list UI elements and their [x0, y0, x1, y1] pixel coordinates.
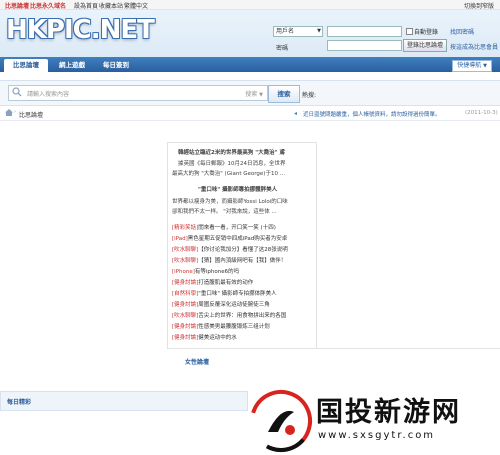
username-select[interactable]: 用戶名 ▼	[273, 26, 323, 37]
news-tag[interactable]: [自然科學]	[172, 291, 198, 297]
top-link-bookmark[interactable]: 收藏本站	[99, 1, 123, 10]
news-tag[interactable]: [健身討論]	[172, 280, 198, 286]
username-input[interactable]	[327, 26, 402, 37]
search-icon	[12, 87, 22, 99]
top-link-traditional[interactable]: 繁體中文	[124, 1, 148, 10]
daily-highlights-title[interactable]: 每日精彩	[7, 397, 31, 406]
search-scope-label: 搜索	[245, 91, 258, 98]
news-tag[interactable]: [健身討論]	[172, 335, 198, 341]
username-select-value: 用戶名	[276, 28, 295, 35]
search-placeholder: 請輸入搜索內容	[27, 91, 70, 98]
tab-daily-checkin[interactable]: 每日簽到	[96, 59, 136, 72]
notice-icon: ◂	[294, 110, 298, 117]
home-icon[interactable]	[5, 109, 13, 118]
daily-highlights-section: 每日精彩	[0, 391, 248, 411]
auto-login-checkbox[interactable]	[406, 28, 413, 35]
search-bar: 請輸入搜索內容 搜索 ▼ 搜索 熱搜:	[0, 80, 500, 106]
tab-online-games-label: 網上遊戲	[59, 61, 85, 69]
quick-nav-label: 快捷導航	[457, 62, 482, 69]
watermark-url: www.sxsgytr.com	[318, 430, 436, 441]
watermark-brand: 国投新游网	[316, 397, 461, 428]
login-button[interactable]: 登錄比思論壇	[403, 39, 447, 52]
news-title[interactable]: 健美运动中的水	[198, 335, 237, 341]
content-sub-headline[interactable]: "重口味" 攝影師專拍挪體胖美人	[198, 185, 277, 193]
news-title[interactable]: 性感美男最腰腹锻炼三组计划	[198, 324, 270, 330]
top-link-homepage[interactable]: 設為首頁	[74, 1, 98, 10]
news-tag[interactable]: [健身討論]	[172, 324, 198, 330]
recommended-content: 韓經站立臨近2米的世界最高狗 "大喬治" 鳶 據英國《每日郵報》10月24日消息…	[167, 142, 317, 349]
womens-forum-section: 女性論壇	[167, 348, 500, 373]
list-item[interactable]: [吹水聊聊]【你讨论我加分】看懂了这28张说明	[172, 245, 288, 253]
list-item[interactable]: [精彩笑話]閨來看一看，开口笑一笑 (十四)	[172, 223, 276, 231]
news-title[interactable]: 打造腹肌最有效的动作	[198, 280, 253, 286]
breadcrumb-current[interactable]: 比思論壇	[19, 110, 43, 119]
hot-search-label: 熱搜:	[302, 92, 317, 99]
news-tag[interactable]: [吹水聊聊]	[172, 258, 198, 264]
search-button-label: 搜索	[277, 90, 291, 98]
chevron-right-icon: ›	[14, 109, 16, 115]
list-item[interactable]: [健身討論]健美运动中的水	[172, 333, 237, 341]
watermark-logo-icon	[250, 390, 312, 452]
password-label: 密碼	[276, 45, 289, 52]
content-paragraph-2-line-1: 世界都以瘦身为美，而攝影師Yossi Loloi的口味	[172, 199, 288, 205]
news-tag[interactable]: [精彩笑話]	[172, 225, 198, 231]
switch-width-link[interactable]: 切換到窄版	[464, 1, 494, 10]
find-password-link[interactable]: 找回密碼	[450, 27, 474, 36]
auto-login-label: 自動登錄	[414, 29, 439, 36]
news-title[interactable]: 【猜】國內頂級网吧有【我】做伴！	[198, 258, 286, 264]
news-tag[interactable]: [iPhone]	[172, 269, 195, 275]
chevron-down-icon: ▼	[259, 92, 263, 98]
site-logo[interactable]: HKPIC.NET	[6, 15, 155, 45]
news-tag[interactable]: [吹水聊聊]	[172, 313, 198, 319]
chevron-down-icon: ▼	[483, 63, 487, 69]
watermark: 国投新游网 www.sxsgytr.com	[246, 384, 500, 455]
news-title[interactable]: 黑色星期五促销中四成iPad购买者为安卓	[188, 236, 287, 242]
tab-daily-checkin-label: 每日簽到	[103, 61, 129, 69]
news-tag[interactable]: [iPad]	[172, 236, 188, 242]
content-paragraph-1-line-1: 據英國《每日郵報》10月24日消息，全世界	[178, 161, 286, 167]
main-nav: 比思論壇 網上遊戲 每日簽到 快捷導航 ▼	[0, 57, 500, 72]
list-item[interactable]: [iPhone]有等iphone6的吗	[172, 267, 239, 275]
login-button-label: 登錄比思論壇	[406, 42, 443, 49]
top-link-domain[interactable]: 比思永久域名	[30, 1, 66, 10]
news-title[interactable]: 有等iphone6的吗	[195, 269, 239, 275]
breadcrumb: › 比思論壇 ◂ 近日盜號問題嚴重，個人帳號資料，請勿設得過份簡單。 (2011…	[0, 107, 500, 121]
content-headline[interactable]: 韓經站立臨近2米的世界最高狗 "大喬治" 鳶	[178, 148, 285, 156]
news-title[interactable]: 【你讨论我加分】看懂了这28张说明	[198, 247, 288, 253]
news-title[interactable]: 閨來看一看，开口笑一笑 (十四)	[198, 225, 276, 231]
list-item[interactable]: [自然科學]"重口味" 攝影師专拍挪体胖美人	[172, 289, 277, 297]
chevron-down-icon: ▼	[317, 28, 321, 34]
header: HKPIC.NET 用戶名 ▼ 自動登錄 找回密碼 密碼 登錄比思論壇 按這成為…	[0, 10, 500, 57]
tab-online-games[interactable]: 網上遊戲	[52, 59, 92, 72]
list-item[interactable]: [健身討論]打造腹肌最有效的动作	[172, 278, 253, 286]
tab-forum[interactable]: 比思論壇	[4, 59, 48, 72]
password-input[interactable]	[327, 40, 402, 51]
search-scope-select[interactable]: 搜索 ▼	[245, 89, 263, 98]
register-link[interactable]: 按這成為比思會員	[450, 42, 498, 51]
news-tag[interactable]: [吹水聊聊]	[172, 247, 198, 253]
content-paragraph-2-line-2: 卻和我們不太一样。 "对我來說，這些体 ...	[172, 209, 277, 215]
news-title[interactable]: "重口味" 攝影師专拍挪体胖美人	[198, 291, 276, 297]
news-tag[interactable]: [健身討論]	[172, 302, 198, 308]
list-item[interactable]: [健身討論]周圍反覆深化运动徒腕徒三角	[172, 300, 270, 308]
tab-forum-label: 比思論壇	[13, 61, 39, 69]
top-bar: 比思論壇 比思永久域名 設為首頁 收藏本站 繁體中文 切換到窄版	[0, 0, 500, 10]
list-item[interactable]: [吹水聊聊]【猜】國內頂級网吧有【我】做伴！	[172, 256, 286, 264]
notice-text[interactable]: 近日盜號問題嚴重，個人帳號資料，請勿設得過份簡單。	[303, 110, 441, 118]
content-paragraph-1-line-2: 最高大的狗 "大喬治" (Giant George)于10 ...	[172, 171, 285, 177]
list-item[interactable]: [iPad]黑色星期五促销中四成iPad购买者为安卓	[172, 234, 287, 242]
search-input[interactable]: 請輸入搜索內容 搜索 ▼	[8, 85, 268, 101]
news-title[interactable]: 周圍反覆深化运动徒腕徒三角	[198, 302, 270, 308]
search-button[interactable]: 搜索	[268, 85, 300, 103]
list-item[interactable]: [健身討論]性感美男最腰腹锻炼三组计划	[172, 322, 270, 330]
news-title[interactable]: 舌尖上的世界：用食物拼出来的各国	[198, 313, 286, 319]
womens-forum-title[interactable]: 女性論壇	[185, 357, 209, 366]
list-item[interactable]: [吹水聊聊]舌尖上的世界：用食物拼出来的各国	[172, 311, 286, 319]
quick-nav-button[interactable]: 快捷導航 ▼	[452, 60, 492, 72]
notice-date: (2011-10-3)	[465, 110, 498, 116]
top-link-forum[interactable]: 比思論壇	[5, 1, 29, 10]
